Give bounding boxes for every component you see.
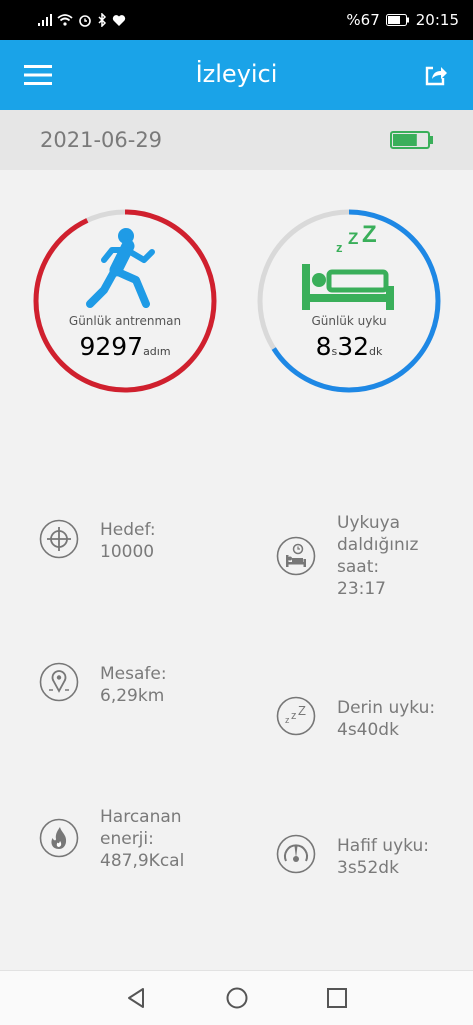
svg-text:Z: Z (362, 221, 377, 248)
signal-icon (38, 14, 52, 26)
distance-text: Mesafe: 6,29km (100, 664, 167, 706)
phone-battery-icon (385, 14, 409, 26)
app-bar: İzleyici (0, 40, 473, 110)
deep-sleep-text: Derin uyku: 4s40dk (337, 698, 436, 740)
sleep-hours: 8 (315, 332, 332, 361)
training-ring-chart (33, 209, 217, 393)
sleep-ring-chart: z Z Z (257, 209, 441, 393)
page-title: İzleyici (195, 60, 278, 88)
sleep-time-icon (276, 536, 316, 576)
sleep-time-text: Uykuya daldığınız saat: 23:17 (337, 513, 419, 599)
battery-percent: %67 (346, 11, 380, 29)
back-icon[interactable] (124, 986, 148, 1010)
heart-icon (112, 14, 126, 26)
runner-icon (86, 228, 155, 308)
energy-text: Harcanan enerji: 487,9Kcal (100, 807, 185, 871)
svg-text:z: z (291, 710, 297, 722)
clock: 20:15 (415, 11, 459, 29)
status-icons (38, 10, 126, 30)
training-ring[interactable]: Günlük antrenman 9297adım (32, 208, 218, 394)
training-label: Günlük antrenman (68, 314, 182, 328)
step-count: 9297 (79, 332, 144, 361)
gauge-icon (276, 834, 316, 874)
alarm-icon (79, 15, 91, 27)
sleep-minutes-unit: dk (369, 345, 383, 358)
light-sleep-text: Hafif uyku: 3s52dk (337, 836, 429, 878)
recents-icon[interactable] (325, 986, 349, 1010)
status-bar: %67 20:15 (0, 0, 473, 40)
bluetooth-icon (98, 13, 107, 27)
svg-text:z: z (336, 240, 343, 255)
step-unit: adım (143, 345, 171, 358)
deep-sleep-icon: z z Z (276, 696, 316, 736)
sleep-value-row: 8s32dk (256, 332, 442, 361)
location-icon (39, 662, 79, 702)
device-battery-icon (390, 131, 433, 149)
sleep-minutes: 32 (337, 332, 370, 361)
share-icon[interactable] (423, 62, 449, 88)
svg-text:Z: Z (298, 703, 306, 718)
target-text: Hedef: 10000 (100, 520, 156, 562)
date-label[interactable]: 2021-06-29 (40, 128, 162, 152)
flame-icon (39, 818, 79, 858)
target-icon (39, 519, 79, 559)
wifi-icon (57, 14, 73, 26)
home-icon[interactable] (225, 986, 249, 1010)
training-value-row: 9297adım (32, 332, 218, 361)
device-battery-fill (393, 134, 417, 146)
sleep-label: Günlük uyku (311, 314, 387, 328)
sleep-ring[interactable]: z Z Z Günlük uyku 8s32dk (256, 208, 442, 394)
svg-text:Z: Z (348, 229, 358, 248)
svg-text:z: z (285, 715, 290, 725)
system-nav-bar (0, 970, 473, 1025)
bed-icon: z Z Z (302, 221, 394, 310)
status-right: %67 20:15 (346, 10, 459, 30)
